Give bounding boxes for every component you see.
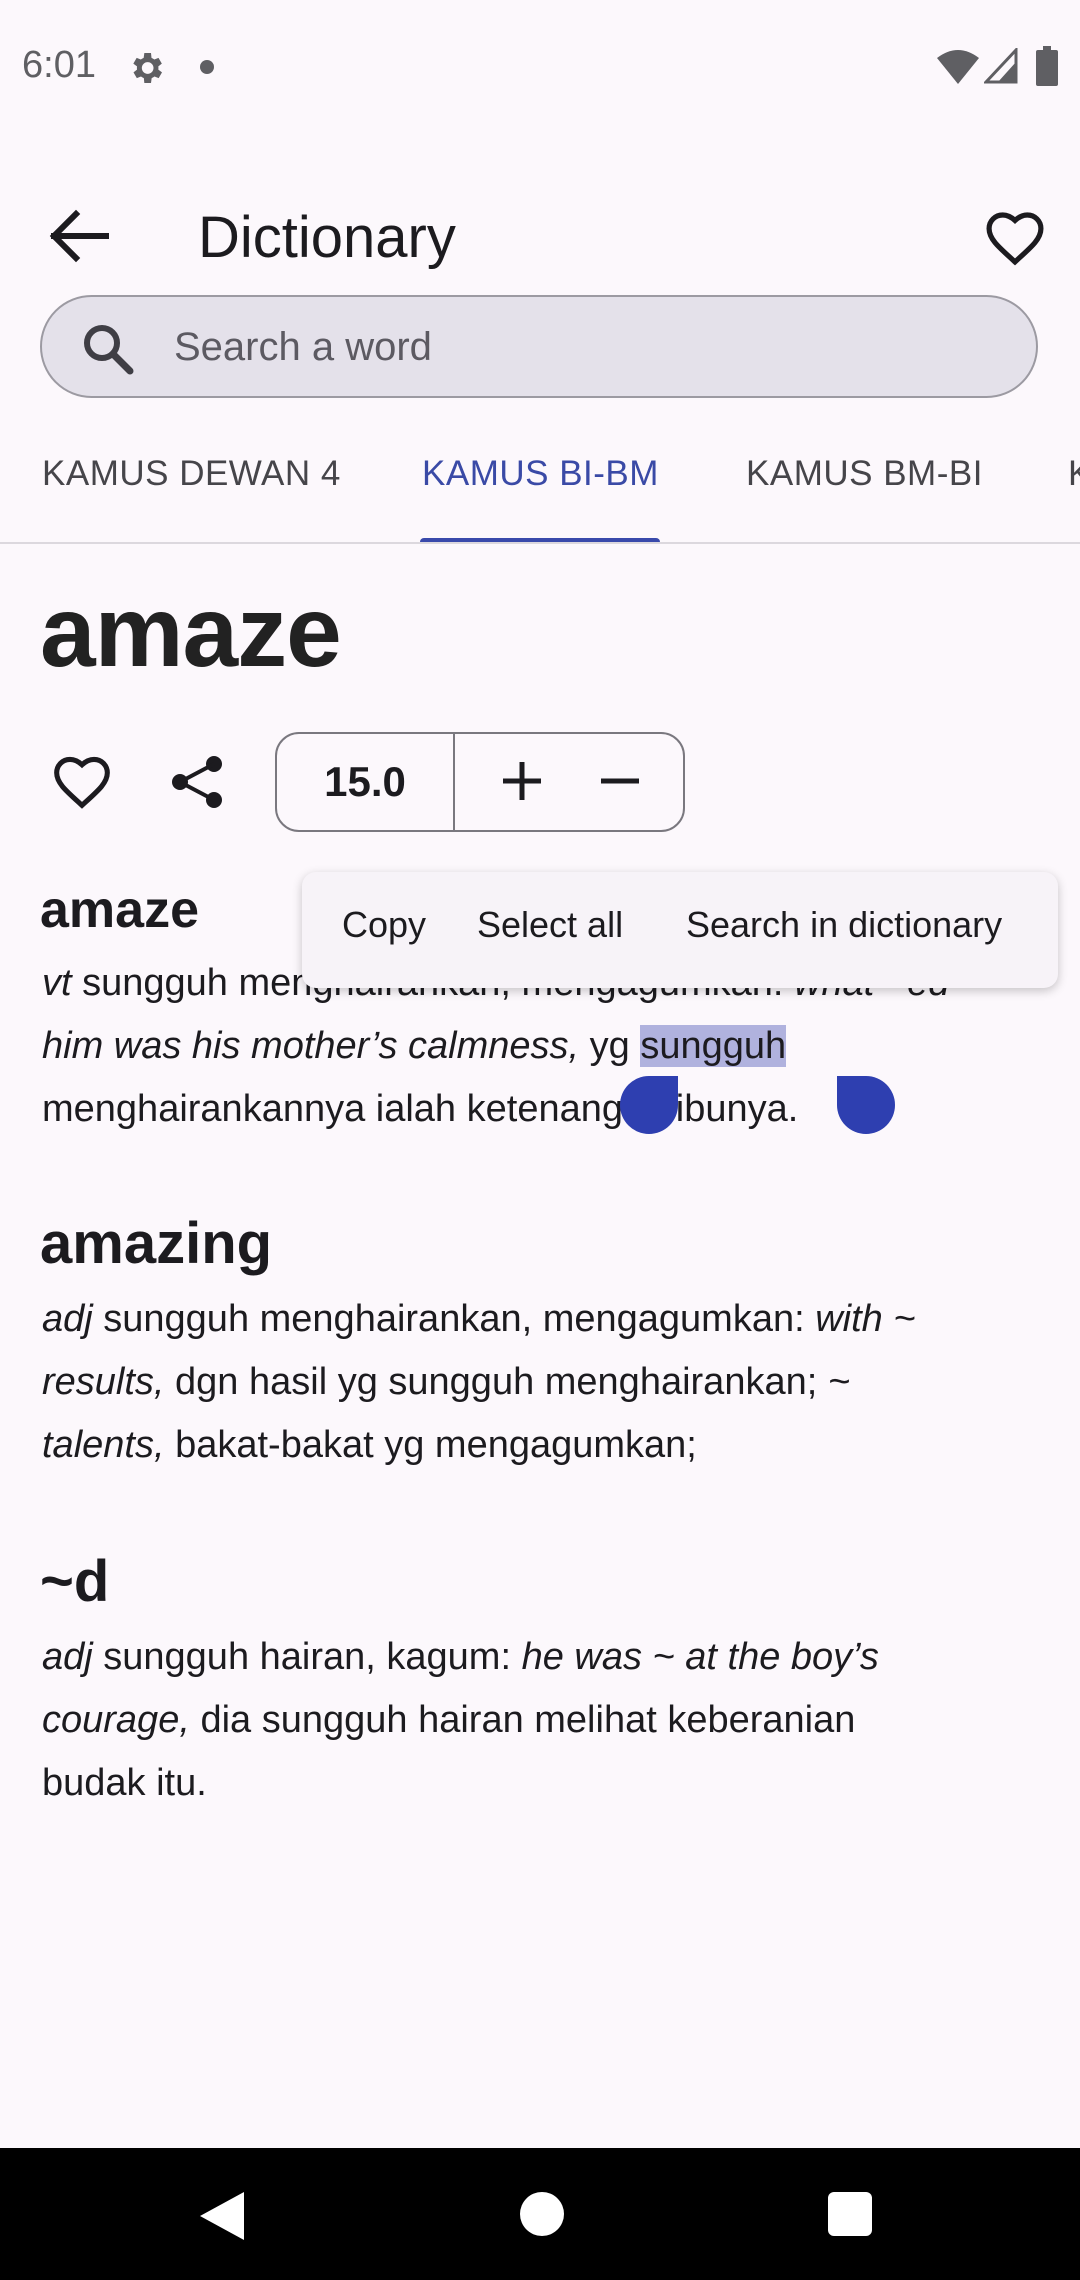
font-size-control: 15.0 — [275, 732, 685, 832]
search-input[interactable] — [174, 317, 994, 377]
tab-kamus-bm-bi[interactable]: KAMUS BM-BI — [746, 454, 983, 494]
definition-line: adj sungguh menghairankan, mengagumkan: … — [42, 1288, 1042, 1351]
tab-bar: KAMUS DEWAN 4 KAMUS BI-BM KAMUS BM-BI K — [0, 430, 1080, 544]
minus-icon[interactable] — [595, 756, 645, 806]
search-in-dictionary-button[interactable]: Search in dictionary — [686, 904, 1002, 946]
definition-text: dgn hasil yg sungguh menghairankan; — [164, 1361, 828, 1403]
nav-back-icon[interactable] — [196, 2188, 248, 2244]
arrow-back-icon[interactable] — [40, 206, 114, 266]
definition-text: sungguh menghairankan, mengagumkan: — [92, 1298, 816, 1340]
system-nav-bar — [0, 2148, 1080, 2280]
share-icon[interactable] — [168, 752, 228, 812]
selected-text[interactable]: sungguh — [640, 1025, 787, 1067]
entry-title: amaze — [40, 881, 199, 939]
entry-title: ~d — [40, 1549, 110, 1614]
definition-line: him was his mother’s calmness, yg sunggu… — [42, 1015, 1042, 1078]
battery-icon — [1036, 46, 1058, 86]
search-bar[interactable] — [40, 295, 1038, 398]
tab-kamus-bi-bm[interactable]: KAMUS BI-BM — [422, 454, 659, 494]
example-text: with ~ — [815, 1298, 916, 1340]
example-text: ~ — [827, 1361, 851, 1403]
wifi-icon — [937, 50, 979, 84]
example-text: results, — [42, 1361, 165, 1403]
status-time: 6:01 — [22, 44, 96, 86]
entry-definition: adj sungguh hairan, kagum: he was ~ at t… — [42, 1626, 1042, 1815]
copy-button[interactable]: Copy — [342, 904, 426, 946]
definition-text: bakat-bakat yg mengagumkan; — [164, 1424, 697, 1466]
definition-line: budak itu. — [42, 1752, 1042, 1815]
definition-line: adj sungguh hairan, kagum: he was ~ at t… — [42, 1626, 1042, 1689]
search-icon — [84, 325, 134, 375]
entry-title: amazing — [40, 1211, 273, 1276]
definition-text: dia sungguh hairan melihat keberanian — [189, 1699, 856, 1741]
definition-text: budak itu. — [42, 1762, 207, 1804]
selection-handle-end[interactable] — [837, 1076, 895, 1134]
page-title: Dictionary — [198, 205, 456, 270]
nav-recents-icon[interactable] — [828, 2192, 872, 2236]
status-bar: 6:01 — [0, 0, 1080, 135]
heart-outline-icon[interactable] — [50, 750, 114, 810]
selection-handle-start[interactable] — [620, 1076, 678, 1134]
part-of-speech: adj — [42, 1298, 93, 1340]
heart-outline-icon[interactable] — [980, 206, 1050, 266]
app-bar: Dictionary — [0, 180, 1080, 290]
nav-home-icon[interactable] — [520, 2192, 564, 2236]
font-size-value: 15.0 — [277, 734, 455, 830]
definition-text: menghairankannya ialah ketenangan ibunya… — [42, 1088, 799, 1130]
select-all-button[interactable]: Select all — [477, 904, 623, 946]
tab-next-partial[interactable]: K — [1068, 454, 1080, 494]
gear-icon — [133, 53, 162, 83]
definition-text: yg — [579, 1025, 641, 1067]
plus-icon[interactable] — [497, 756, 547, 806]
entry-definition: adj sungguh menghairankan, mengagumkan: … — [42, 1288, 1042, 1477]
text-selection-menu: Copy Select all Search in dictionary — [302, 872, 1058, 988]
definition-line: courage, dia sungguh hairan melihat kebe… — [42, 1689, 1042, 1752]
part-of-speech: vt — [42, 962, 72, 1004]
example-text: courage, — [42, 1699, 190, 1741]
cell-signal-icon — [984, 48, 1018, 84]
example-text: him was his mother’s calmness, — [42, 1025, 580, 1067]
definition-line: talents, bakat-bakat yg mengagumkan; — [42, 1414, 1042, 1477]
definition-text: sungguh hairan, kagum: — [92, 1636, 522, 1678]
definition-line: results, dgn hasil yg sungguh menghairan… — [42, 1351, 1042, 1414]
example-text: talents, — [42, 1424, 165, 1466]
tab-kamus-dewan-4[interactable]: KAMUS DEWAN 4 — [42, 454, 341, 494]
part-of-speech: adj — [42, 1636, 93, 1678]
tab-indicator — [420, 538, 660, 542]
example-text: he was ~ at the boy’s — [521, 1636, 879, 1678]
headword: amaze — [40, 576, 342, 688]
dot-icon — [200, 60, 214, 74]
